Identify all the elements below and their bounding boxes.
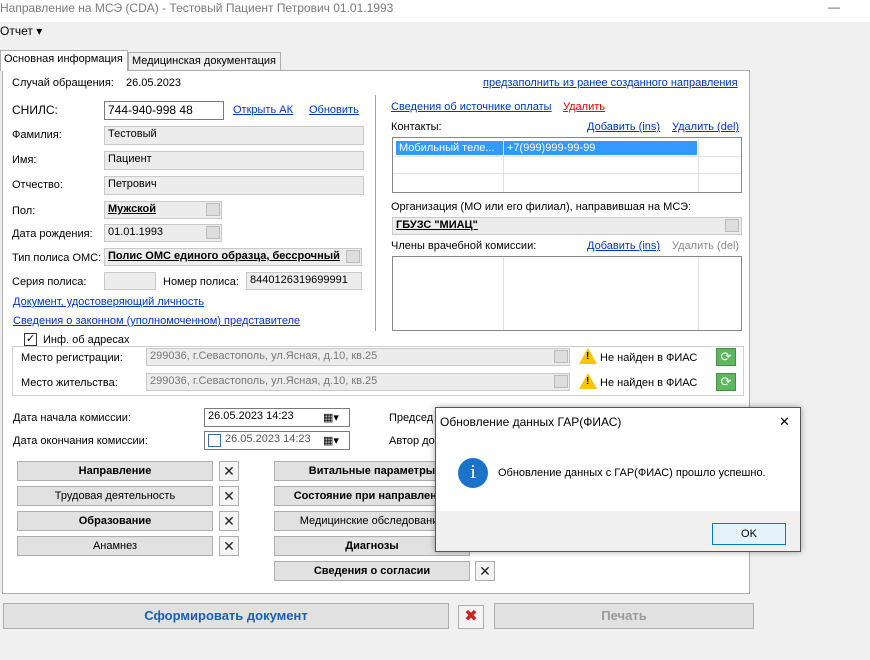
commission-start-calendar-icon[interactable]: ▦▾ bbox=[323, 411, 339, 424]
section-education-clear-icon[interactable]: ✕ bbox=[219, 511, 239, 531]
section-labor-clear-icon[interactable]: ✕ bbox=[219, 486, 239, 506]
tab-medical-docs[interactable]: Медицинская документация bbox=[128, 52, 281, 70]
contacts-label: Контакты: bbox=[391, 121, 442, 133]
policy-type-label: Тип полиса ОМС: bbox=[12, 252, 102, 264]
patronymic-field[interactable]: Петрович bbox=[104, 176, 364, 195]
dialog-header: Обновление данных ГАР(ФИАС) ✕ bbox=[436, 408, 800, 436]
menu-report[interactable]: Отчет ▾ bbox=[0, 24, 42, 38]
contact-value-cell[interactable]: +7(999)999-99-99 bbox=[504, 141, 697, 155]
section-referral-button[interactable]: Направление bbox=[17, 461, 213, 481]
refresh-link[interactable]: Обновить bbox=[309, 104, 359, 116]
patronymic-label: Отчество: bbox=[12, 179, 63, 191]
living-address-label: Место жительства: bbox=[21, 377, 118, 389]
generate-document-button[interactable]: Сформировать документ bbox=[3, 603, 449, 629]
fias-dialog: Обновление данных ГАР(ФИАС) ✕ i Обновлен… bbox=[435, 407, 801, 552]
contacts-add-link[interactable]: Добавить (ins) bbox=[587, 121, 660, 133]
contacts-row-divider-2 bbox=[393, 173, 741, 174]
living-dropdown-icon[interactable] bbox=[554, 375, 568, 388]
contacts-grid[interactable]: Мобильный теле... +7(999)999-99-99 bbox=[392, 137, 742, 193]
commission-start-label: Дата начала комиссии: bbox=[13, 412, 131, 424]
open-ak-link[interactable]: Открыть АК bbox=[233, 104, 293, 116]
dialog-body: i Обновление данных с ГАР(ФИАС) прошло у… bbox=[436, 436, 800, 511]
section-consent-button[interactable]: Сведения о согласии bbox=[274, 561, 470, 581]
snils-input[interactable]: 744-940-998 48 bbox=[104, 101, 224, 120]
name-field[interactable]: Пациент bbox=[104, 151, 364, 170]
policy-series-label: Серия полиса: bbox=[12, 276, 87, 288]
birth-dropdown-icon[interactable] bbox=[206, 226, 220, 239]
birth-label: Дата рождения: bbox=[12, 228, 93, 240]
registration-warning-icon: ! bbox=[579, 348, 597, 364]
birth-field[interactable]: 01.01.1993 bbox=[104, 224, 222, 242]
commission-members-grid[interactable] bbox=[392, 256, 742, 331]
living-address-field[interactable]: 299036, г.Севастополь, ул.Ясная, д.10, к… bbox=[146, 373, 570, 391]
sex-select[interactable]: Мужской bbox=[104, 201, 222, 219]
commission-delete-link[interactable]: Удалить (del) bbox=[672, 240, 739, 252]
sex-label: Пол: bbox=[12, 205, 36, 217]
commission-col-divider-2 bbox=[698, 257, 699, 330]
prefill-link[interactable]: предзаполнить из ранее созданного направ… bbox=[483, 77, 738, 89]
case-label: Случай обращения: bbox=[12, 77, 114, 89]
dialog-message: Обновление данных с ГАР(ФИАС) прошло усп… bbox=[498, 467, 766, 479]
payment-source-link[interactable]: Сведения об источнике оплаты bbox=[391, 101, 552, 113]
policy-series-field[interactable] bbox=[104, 272, 156, 290]
policy-number-field[interactable]: 8440126319699991 bbox=[246, 272, 362, 290]
policy-number-label: Номер полиса: bbox=[163, 276, 239, 288]
dialog-title: Обновление данных ГАР(ФИАС) bbox=[440, 415, 622, 429]
sex-dropdown-icon[interactable] bbox=[206, 203, 220, 216]
legal-representative-link[interactable]: Сведения о законном (уполномоченном) пре… bbox=[13, 315, 300, 327]
living-refresh-icon[interactable]: ⟳ bbox=[716, 373, 736, 391]
column-divider bbox=[375, 95, 376, 331]
section-consent-clear-icon[interactable]: ✕ bbox=[475, 561, 495, 581]
menu-bar: Отчет ▾ bbox=[0, 24, 42, 42]
minimize-button[interactable]: — bbox=[828, 0, 840, 14]
contacts-delete-link[interactable]: Удалить (del) bbox=[672, 121, 739, 133]
commission-members-label: Члены врачебной комиссии: bbox=[391, 240, 537, 252]
snils-label: СНИЛС: bbox=[12, 103, 58, 117]
commission-end-calendar-icon[interactable]: ▦▾ bbox=[323, 434, 339, 447]
print-button[interactable]: Печать bbox=[494, 603, 754, 629]
commission-col-divider bbox=[503, 257, 504, 330]
section-education-button[interactable]: Образование bbox=[17, 511, 213, 531]
cancel-icon[interactable]: ✖ bbox=[458, 605, 484, 629]
surname-field[interactable]: Тестовый bbox=[104, 126, 364, 145]
case-date: 26.05.2023 bbox=[126, 77, 182, 89]
commission-end-label: Дата окончания комиссии: bbox=[13, 435, 148, 447]
dialog-close-icon[interactable]: ✕ bbox=[779, 414, 790, 430]
name-label: Имя: bbox=[12, 154, 37, 166]
section-referral-clear-icon[interactable]: ✕ bbox=[219, 461, 239, 481]
window-title: Направление на МСЭ (CDA) - Тестовый Паци… bbox=[0, 1, 394, 15]
org-dropdown-icon[interactable] bbox=[725, 219, 739, 232]
surname-label: Фамилия: bbox=[12, 129, 62, 141]
living-warning-icon: ! bbox=[579, 373, 597, 389]
id-document-link[interactable]: Документ, удостоверяющий личность bbox=[13, 296, 204, 308]
section-anamnesis-clear-icon[interactable]: ✕ bbox=[219, 536, 239, 556]
registration-dropdown-icon[interactable] bbox=[554, 350, 568, 363]
policy-type-select[interactable]: Полис ОМС единого образца, бессрочный bbox=[104, 248, 362, 266]
org-label: Организация (МО или его филиал), направи… bbox=[391, 201, 692, 213]
registration-address-field[interactable]: 299036, г.Севастополь, ул.Ясная, д.10, к… bbox=[146, 348, 570, 366]
payment-delete-link[interactable]: Удалить bbox=[563, 101, 605, 113]
chair-label: Председ bbox=[389, 412, 434, 424]
contacts-col-divider bbox=[503, 138, 504, 192]
living-fias-status: Не найден в ФИАС bbox=[600, 377, 698, 389]
commission-end-checkbox[interactable] bbox=[208, 434, 221, 447]
addresses-checkbox-label: Инф. об адресах bbox=[41, 334, 132, 346]
registration-refresh-icon[interactable]: ⟳ bbox=[716, 348, 736, 366]
registration-address-label: Место регистрации: bbox=[21, 352, 123, 364]
section-labor-button[interactable]: Трудовая деятельность bbox=[17, 486, 213, 506]
contacts-col-divider-2 bbox=[698, 138, 699, 192]
author-label: Автор до bbox=[389, 435, 435, 447]
tab-main-info[interactable]: Основная информация bbox=[0, 50, 128, 71]
commission-add-link[interactable]: Добавить (ins) bbox=[587, 240, 660, 252]
contact-type-cell[interactable]: Мобильный теле... bbox=[396, 141, 503, 155]
section-anamnesis-button[interactable]: Анамнез bbox=[17, 536, 213, 556]
window-titlebar: Направление на МСЭ (CDA) - Тестовый Паци… bbox=[0, 0, 870, 22]
org-select[interactable]: ГБУЗС "МИАЦ" bbox=[392, 217, 742, 235]
info-icon: i bbox=[458, 458, 488, 488]
addresses-checkbox[interactable]: ✓ bbox=[24, 333, 37, 346]
registration-fias-status: Не найден в ФИАС bbox=[600, 352, 698, 364]
policy-type-dropdown-icon[interactable] bbox=[346, 250, 360, 263]
contacts-row-divider bbox=[393, 156, 741, 157]
dialog-ok-button[interactable]: OK bbox=[712, 523, 786, 545]
